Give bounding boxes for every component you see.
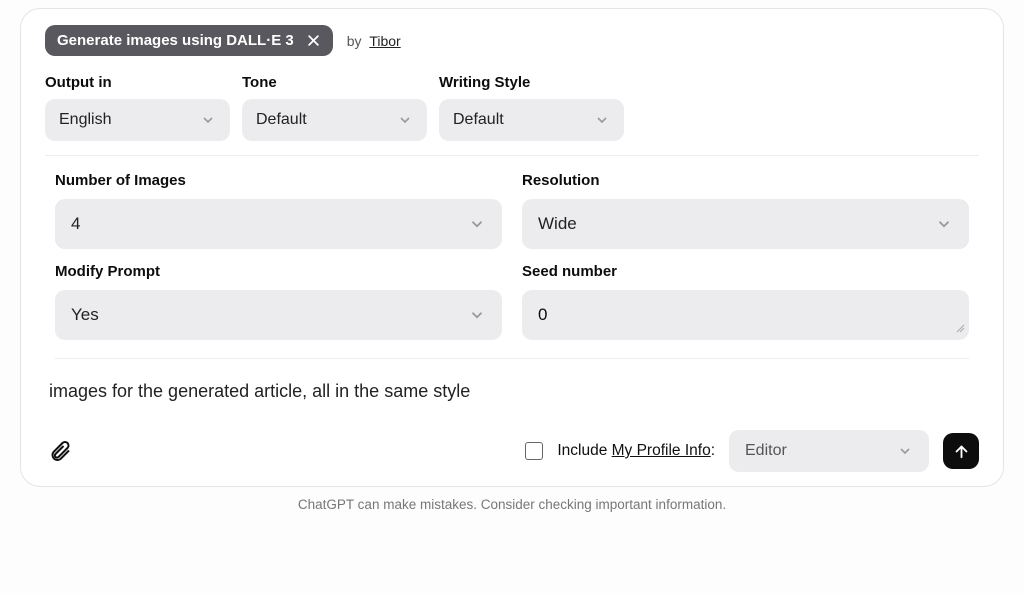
- num-images-field: Number of Images 4: [55, 172, 502, 249]
- output-label: Output in: [45, 74, 230, 91]
- num-images-label: Number of Images: [55, 172, 502, 189]
- style-label: Writing Style: [439, 74, 624, 91]
- tone-label: Tone: [242, 74, 427, 91]
- output-select[interactable]: English: [45, 99, 230, 141]
- prompt-textarea[interactable]: images for the generated article, all in…: [45, 359, 979, 430]
- chevron-down-icon: [468, 215, 486, 233]
- output-field: Output in English: [45, 74, 230, 141]
- by-prefix: by: [347, 33, 362, 49]
- chevron-down-icon: [935, 215, 953, 233]
- modify-label: Modify Prompt: [55, 263, 502, 280]
- chip-title: Generate images using DALL·E 3: [57, 32, 294, 49]
- settings-row-1: Output in English Tone Default Writing S…: [45, 74, 979, 156]
- prompt-card: Generate images using DALL·E 3 by Tibor …: [20, 8, 1004, 487]
- resolution-field: Resolution Wide: [522, 172, 969, 249]
- tone-value: Default: [256, 111, 307, 129]
- resolution-select[interactable]: Wide: [522, 199, 969, 249]
- role-value: Editor: [745, 442, 787, 460]
- num-images-select[interactable]: 4: [55, 199, 502, 249]
- footer-disclaimer: ChatGPT can make mistakes. Consider chec…: [0, 497, 1024, 512]
- style-field: Writing Style Default: [439, 74, 624, 141]
- tone-field: Tone Default: [242, 74, 427, 141]
- seed-value: 0: [538, 305, 547, 325]
- include-profile-checkbox[interactable]: [525, 442, 543, 460]
- resize-handle-icon: [955, 322, 965, 336]
- chevron-down-icon: [200, 112, 216, 128]
- seed-label: Seed number: [522, 263, 969, 280]
- profile-info-link[interactable]: My Profile Info: [612, 442, 711, 459]
- resolution-label: Resolution: [522, 172, 969, 189]
- chevron-down-icon: [897, 443, 913, 459]
- num-images-value: 4: [71, 214, 80, 234]
- paperclip-icon: [48, 439, 72, 463]
- arrow-up-icon: [953, 443, 970, 460]
- modify-value: Yes: [71, 305, 99, 325]
- style-value: Default: [453, 111, 504, 129]
- role-select[interactable]: Editor: [729, 430, 929, 472]
- include-text: Include: [557, 442, 611, 459]
- output-value: English: [59, 111, 111, 129]
- bottom-row: Include My Profile Info: Editor: [45, 430, 979, 472]
- send-button[interactable]: [943, 433, 979, 469]
- tone-select[interactable]: Default: [242, 99, 427, 141]
- byline: by Tibor: [347, 33, 401, 49]
- author-link[interactable]: Tibor: [369, 33, 400, 49]
- chevron-down-icon: [594, 112, 610, 128]
- header-row: Generate images using DALL·E 3 by Tibor: [45, 25, 979, 56]
- resolution-value: Wide: [538, 214, 577, 234]
- settings-row-2: Number of Images 4 Resolution Wide: [45, 156, 979, 249]
- settings-row-3: Modify Prompt Yes Seed number 0: [45, 249, 979, 340]
- include-label: Include My Profile Info:: [557, 442, 715, 460]
- modify-select[interactable]: Yes: [55, 290, 502, 340]
- seed-input[interactable]: 0: [522, 290, 969, 340]
- seed-field: Seed number 0: [522, 263, 969, 340]
- chevron-down-icon: [397, 112, 413, 128]
- modify-field: Modify Prompt Yes: [55, 263, 502, 340]
- attach-button[interactable]: [45, 436, 75, 466]
- include-suffix: :: [711, 442, 715, 459]
- chevron-down-icon: [468, 306, 486, 324]
- close-icon[interactable]: [306, 33, 321, 48]
- prompt-template-chip[interactable]: Generate images using DALL·E 3: [45, 25, 333, 56]
- style-select[interactable]: Default: [439, 99, 624, 141]
